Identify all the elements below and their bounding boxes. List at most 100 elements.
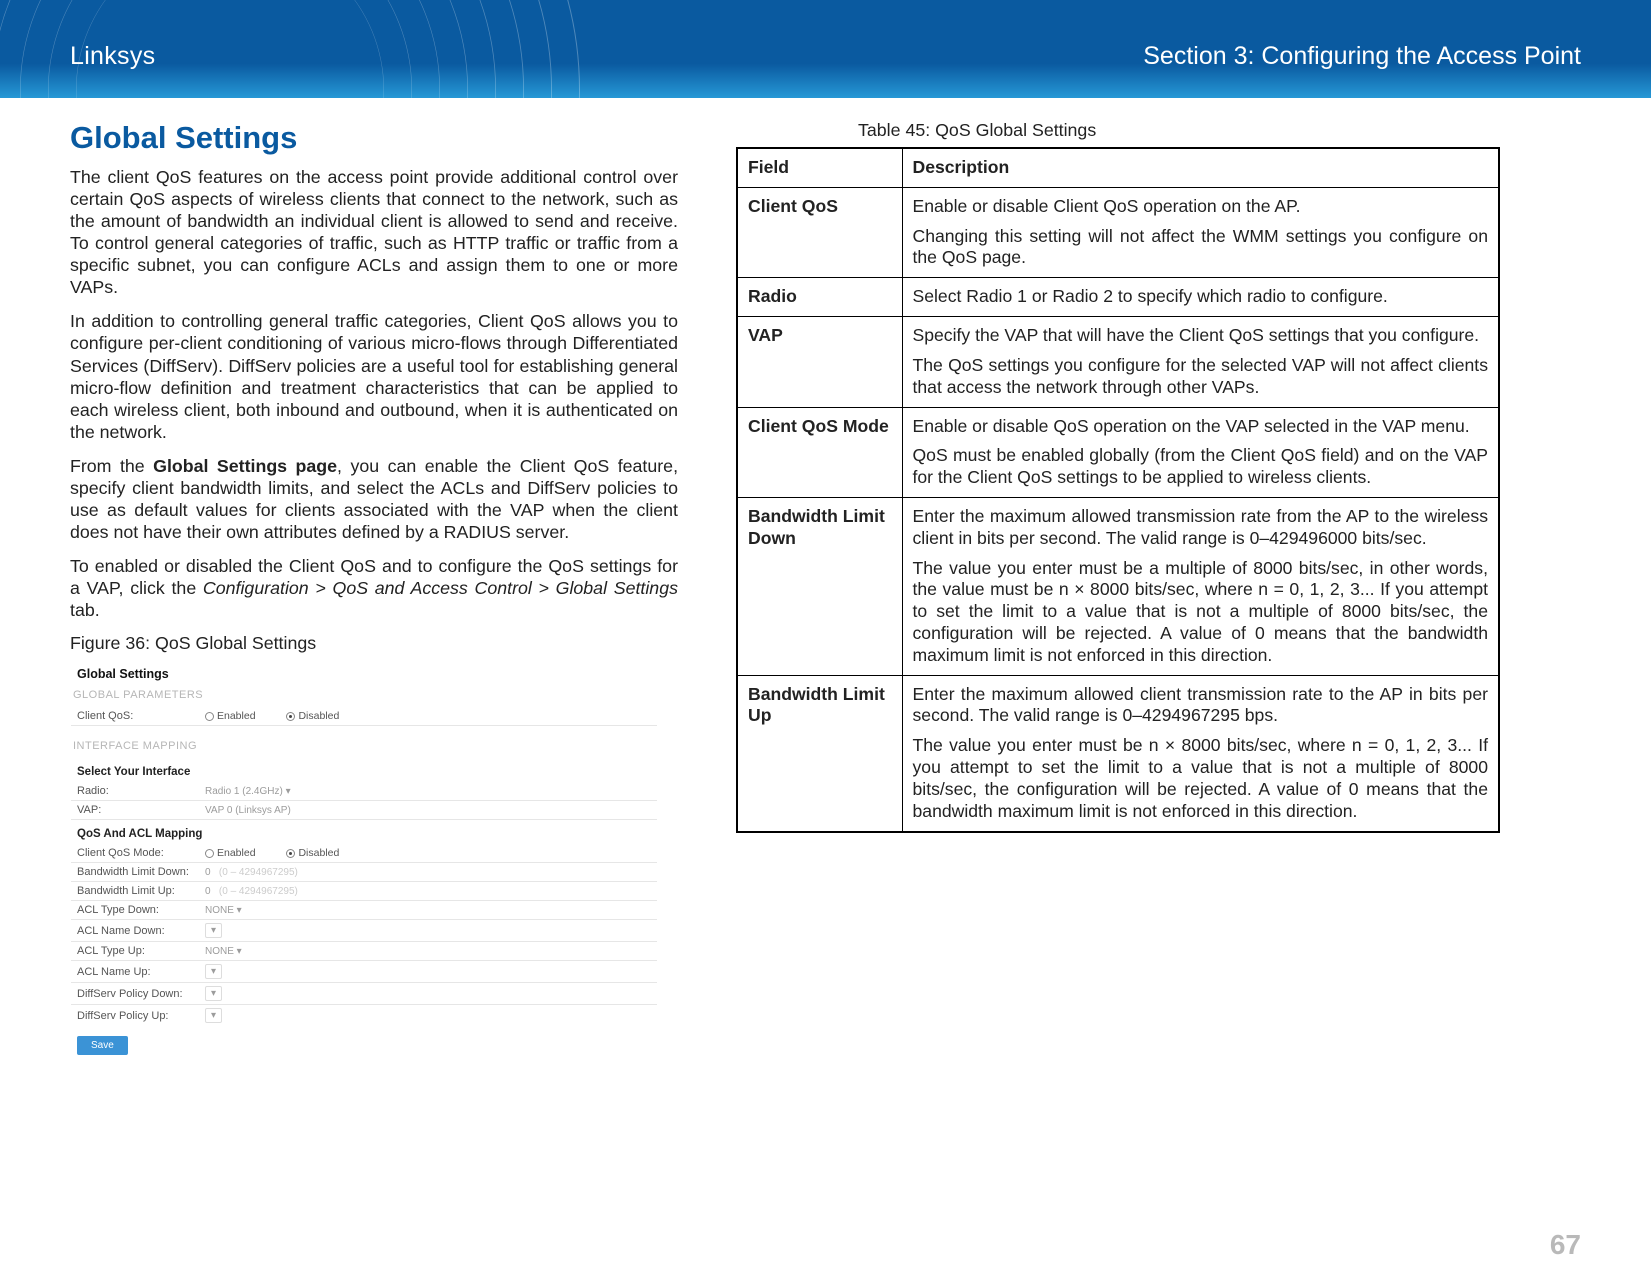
- intro-paragraph-4: To enabled or disabled the Client QoS an…: [70, 555, 678, 621]
- mock-value: NONE ▾: [205, 946, 242, 957]
- text-fragment: From the: [70, 456, 153, 476]
- mock-row-vap: VAP: VAP 0 (Linksys AP): [71, 801, 657, 820]
- intro-paragraph-2: In addition to controlling general traff…: [70, 310, 678, 442]
- desc-paragraph: The value you enter must be n × 8000 bit…: [913, 735, 1489, 822]
- mock-heading: Global Settings: [71, 661, 657, 685]
- radio-label: Enabled: [217, 710, 256, 722]
- field-name: Radio: [737, 278, 902, 317]
- brand-name: Linksys: [70, 42, 155, 71]
- th-field: Field: [737, 148, 902, 187]
- mock-row-radio: Radio: Radio 1 (2.4GHz) ▾: [71, 782, 657, 801]
- mock-label: Client QoS Mode:: [77, 847, 205, 859]
- field-name: Client QoS Mode: [737, 407, 902, 497]
- field-description: Select Radio 1 or Radio 2 to specify whi…: [902, 278, 1499, 317]
- mock-value: Radio 1 (2.4GHz) ▾: [205, 786, 291, 797]
- mock-label: Radio:: [77, 785, 205, 797]
- mock-row-client-qos-mode: Client QoS Mode: Enabled Disabled: [71, 844, 657, 863]
- figure-caption: Figure 36: QoS Global Settings: [70, 633, 678, 654]
- field-name: Client QoS: [737, 187, 902, 277]
- field-description: Enable or disable QoS operation on the V…: [902, 407, 1499, 497]
- mock-row-client-qos: Client QoS: Enabled Disabled: [71, 707, 657, 726]
- mock-value: ▾: [205, 923, 222, 938]
- th-description: Description: [902, 148, 1499, 187]
- intro-paragraph-3: From the Global Settings page, you can e…: [70, 455, 678, 543]
- desc-paragraph: Select Radio 1 or Radio 2 to specify whi…: [913, 286, 1489, 308]
- mock-radio-group: Enabled Disabled: [205, 710, 367, 722]
- mock-label: ACL Name Up:: [77, 966, 205, 978]
- mock-label: Bandwidth Limit Down:: [77, 866, 205, 878]
- nav-path-italic: Configuration > QoS and Access Control >…: [203, 578, 678, 598]
- table-row: Radio Select Radio 1 or Radio 2 to speci…: [737, 278, 1499, 317]
- mock-subhead-select-interface: Select Your Interface: [71, 758, 657, 782]
- desc-paragraph: The QoS settings you configure for the s…: [913, 355, 1489, 399]
- field-description: Enable or disable Client QoS operation o…: [902, 187, 1499, 277]
- mock-label: ACL Type Down:: [77, 904, 205, 916]
- mock-row-acl-type-up: ACL Type Up: NONE ▾: [71, 942, 657, 961]
- page-number: 67: [1550, 1229, 1581, 1261]
- radio-label: Disabled: [298, 710, 339, 722]
- field-name: VAP: [737, 317, 902, 407]
- qos-settings-table: Field Description Client QoS Enable or d…: [736, 147, 1500, 833]
- desc-paragraph: Changing this setting will not affect th…: [913, 226, 1489, 270]
- table-header-row: Field Description: [737, 148, 1499, 187]
- mock-value: 0 (0 – 4294967295): [205, 886, 298, 897]
- table-row: Client QoS Enable or disable Client QoS …: [737, 187, 1499, 277]
- mock-row-diffserv-down: DiffServ Policy Down: ▾: [71, 983, 657, 1005]
- mock-value: ▾: [205, 1008, 222, 1023]
- table-row: VAP Specify the VAP that will have the C…: [737, 317, 1499, 407]
- field-description: Enter the maximum allowed transmission r…: [902, 497, 1499, 675]
- page-body: Global Settings The client QoS features …: [0, 98, 1651, 1275]
- figure-qos-global-settings: Global Settings GLOBAL PARAMETERS Client…: [70, 660, 658, 1060]
- field-description: Enter the maximum allowed client transmi…: [902, 675, 1499, 831]
- mock-row-bw-down: Bandwidth Limit Down: 0 (0 – 4294967295): [71, 863, 657, 882]
- page-title: Global Settings: [70, 120, 678, 156]
- section-title: Section 3: Configuring the Access Point: [1143, 42, 1581, 71]
- desc-paragraph: Enter the maximum allowed client transmi…: [913, 684, 1489, 728]
- desc-paragraph: The value you enter must be a multiple o…: [913, 558, 1489, 667]
- field-name: Bandwidth Limit Down: [737, 497, 902, 675]
- mock-value: ▾: [205, 964, 222, 979]
- desc-paragraph: QoS must be enabled globally (from the C…: [913, 445, 1489, 489]
- desc-paragraph: Enter the maximum allowed transmission r…: [913, 506, 1489, 550]
- table-row: Client QoS Mode Enable or disable QoS op…: [737, 407, 1499, 497]
- mock-save-button: Save: [77, 1036, 128, 1055]
- desc-paragraph: Enable or disable QoS operation on the V…: [913, 416, 1489, 438]
- mock-label: Bandwidth Limit Up:: [77, 885, 205, 897]
- left-column: Global Settings The client QoS features …: [70, 120, 678, 1235]
- intro-paragraph-1: The client QoS features on the access po…: [70, 166, 678, 298]
- table-caption: Table 45: QoS Global Settings: [858, 120, 1500, 141]
- field-name: Bandwidth Limit Up: [737, 675, 902, 831]
- top-banner: Linksys Section 3: Configuring the Acces…: [0, 0, 1651, 98]
- mock-radio-group: Enabled Disabled: [205, 847, 367, 859]
- desc-paragraph: Specify the VAP that will have the Clien…: [913, 325, 1489, 347]
- mock-label: VAP:: [77, 804, 205, 816]
- mock-label: ACL Type Up:: [77, 945, 205, 957]
- table-row: Bandwidth Limit Down Enter the maximum a…: [737, 497, 1499, 675]
- radio-label: Disabled: [298, 847, 339, 859]
- mock-subhead-qos-acl: QoS And ACL Mapping: [71, 820, 657, 844]
- mock-row-acl-name-up: ACL Name Up: ▾: [71, 961, 657, 983]
- mock-value: VAP 0 (Linksys AP): [205, 805, 405, 816]
- table-row: Bandwidth Limit Up Enter the maximum all…: [737, 675, 1499, 831]
- right-column: Table 45: QoS Global Settings Field Desc…: [736, 120, 1500, 1235]
- mock-value: 0 (0 – 4294967295): [205, 867, 298, 878]
- mock-label: DiffServ Policy Down:: [77, 988, 205, 1000]
- field-description: Specify the VAP that will have the Clien…: [902, 317, 1499, 407]
- mock-row-diffserv-up: DiffServ Policy Up: ▾: [71, 1005, 657, 1026]
- mock-row-acl-type-down: ACL Type Down: NONE ▾: [71, 901, 657, 920]
- radio-icon: [286, 712, 295, 721]
- mock-label: ACL Name Down:: [77, 925, 205, 937]
- mock-section-global: GLOBAL PARAMETERS: [71, 685, 657, 707]
- desc-paragraph: Enable or disable Client QoS operation o…: [913, 196, 1489, 218]
- mock-label: Client QoS:: [77, 710, 205, 722]
- mock-value: NONE ▾: [205, 905, 242, 916]
- mock-value: ▾: [205, 986, 222, 1001]
- mock-label: DiffServ Policy Up:: [77, 1010, 205, 1022]
- radio-icon: [205, 849, 214, 858]
- radio-icon: [205, 712, 214, 721]
- mock-row-bw-up: Bandwidth Limit Up: 0 (0 – 4294967295): [71, 882, 657, 901]
- radio-icon: [286, 849, 295, 858]
- mock-section-interface: INTERFACE MAPPING: [71, 736, 657, 758]
- global-settings-page-bold: Global Settings page: [153, 456, 337, 476]
- mock-row-acl-name-down: ACL Name Down: ▾: [71, 920, 657, 942]
